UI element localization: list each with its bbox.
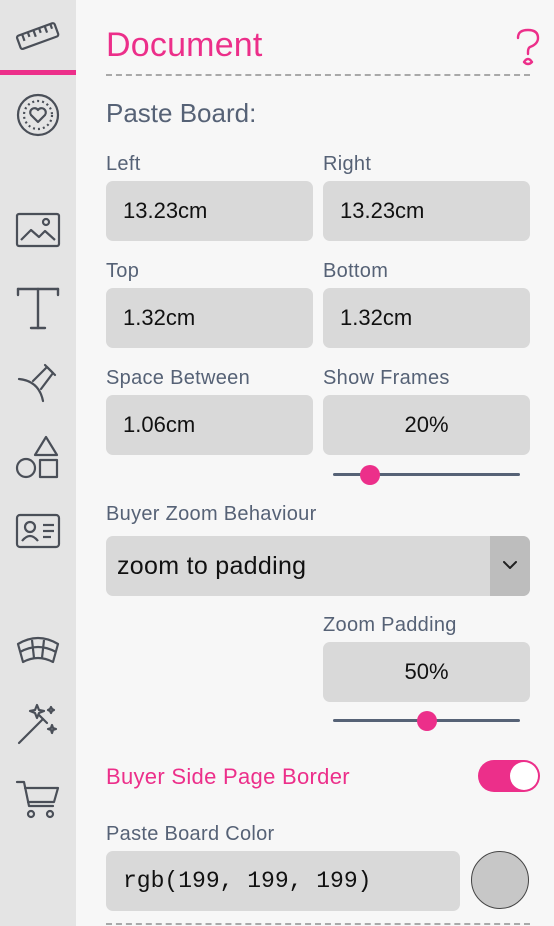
active-tab-indicator <box>0 70 76 75</box>
text-icon <box>15 285 61 331</box>
zoom-padding-slider-thumb[interactable] <box>416 711 437 731</box>
document-panel: Document Paste Board: Left 13.23cm Right… <box>76 0 554 926</box>
sidebar-item-cart[interactable] <box>0 770 76 828</box>
sidebar <box>0 0 76 926</box>
section-title: Paste Board: <box>106 98 257 128</box>
sidebar-item-images[interactable] <box>0 201 76 259</box>
page-border-toggle[interactable] <box>478 760 540 792</box>
right-label: Right <box>323 153 372 175</box>
sidebar-item-text[interactable] <box>0 279 76 337</box>
sidebar-item-effects[interactable] <box>0 695 76 753</box>
space-between-input[interactable]: 1.06cm <box>106 395 313 455</box>
pen-nib-icon <box>15 359 61 405</box>
sidebar-item-contact[interactable] <box>0 502 76 560</box>
space-between-label: Space Between <box>106 367 250 389</box>
color-swatch[interactable] <box>471 851 529 909</box>
paste-board-color-label: Paste Board Color <box>106 823 275 845</box>
cart-icon <box>15 776 61 822</box>
sidebar-item-draw[interactable] <box>0 353 76 411</box>
bottom-label: Bottom <box>323 260 389 282</box>
top-margin-input[interactable]: 1.32cm <box>106 288 313 348</box>
left-margin-input[interactable]: 13.23cm <box>106 181 313 241</box>
shapes-icon <box>15 434 61 480</box>
right-margin-input[interactable]: 13.23cm <box>323 181 530 241</box>
header-divider <box>106 74 530 76</box>
zoom-behaviour-select[interactable]: zoom to padding <box>106 536 530 596</box>
curved-panel-icon <box>15 630 61 670</box>
sidebar-item-panels[interactable] <box>0 621 76 679</box>
image-icon <box>15 212 61 248</box>
sidebar-item-shapes[interactable] <box>0 428 76 486</box>
chevron-down-icon <box>503 557 517 575</box>
show-frames-slider-thumb[interactable] <box>360 465 381 485</box>
bottom-margin-input[interactable]: 1.32cm <box>323 288 530 348</box>
bottom-divider <box>106 923 530 925</box>
show-frames-input[interactable]: 20% <box>323 395 530 455</box>
sidebar-item-dimensions[interactable] <box>0 8 76 66</box>
left-label: Left <box>106 153 141 175</box>
top-label: Top <box>106 260 140 282</box>
ruler-icon <box>14 17 62 57</box>
show-frames-label: Show Frames <box>323 367 450 389</box>
paste-board-color-input[interactable]: rgb(199, 199, 199) <box>106 851 460 911</box>
sidebar-item-favorites[interactable] <box>0 86 76 144</box>
page-title: Document <box>106 26 263 64</box>
zoom-padding-input[interactable]: 50% <box>323 642 530 702</box>
page-border-label: Buyer Side Page Border <box>106 764 350 789</box>
zoom-padding-label: Zoom Padding <box>323 614 457 636</box>
toggle-knob <box>510 762 538 790</box>
zoom-behaviour-label: Buyer Zoom Behaviour <box>106 503 317 525</box>
zoom-behaviour-value: zoom to padding <box>117 552 307 580</box>
magic-wand-icon <box>15 701 61 747</box>
dropdown-button[interactable] <box>490 536 530 596</box>
heart-badge-icon <box>15 92 61 138</box>
id-card-icon <box>15 513 61 549</box>
help-icon[interactable] <box>514 28 542 71</box>
